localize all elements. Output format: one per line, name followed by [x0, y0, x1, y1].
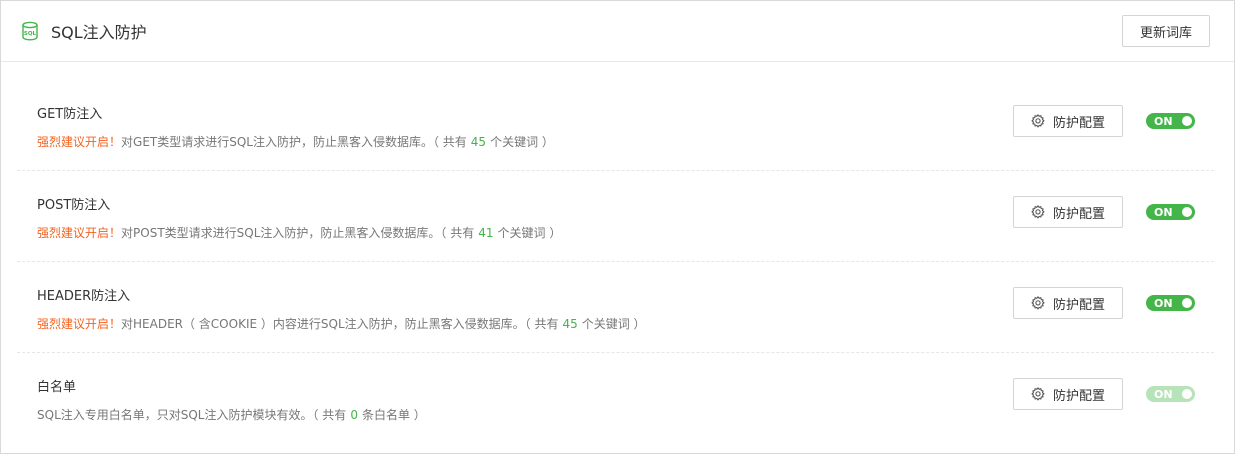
row-title: GET防注入 — [37, 107, 103, 122]
whitelist-count: 0 — [350, 408, 358, 422]
keyword-count: 45 — [562, 317, 578, 331]
protection-config-button[interactable]: 防护配置 — [1013, 287, 1123, 319]
keyword-count: 45 — [470, 135, 487, 149]
config-button-label: 防护配置 — [1052, 388, 1105, 404]
protection-config-button[interactable]: 防护配置 — [1013, 196, 1123, 228]
toggle-label: ON — [1154, 387, 1173, 401]
config-button-label: 防护配置 — [1052, 115, 1105, 131]
toggle-knob — [1182, 116, 1192, 126]
gear-icon — [1031, 296, 1045, 310]
description-suffix: 个关键词 ） — [490, 135, 554, 149]
gear-icon — [1031, 114, 1045, 128]
protection-config-button[interactable]: 防护配置 — [1013, 105, 1123, 137]
row-description: SQL注入专用白名单，只对SQL注入防护模块有效。（ 共有 0 条白名单 ） — [37, 406, 426, 423]
row-description: 强烈建议开启！对POST类型请求进行SQL注入防护，防止黑客入侵数据库。（ 共有… — [37, 224, 561, 241]
toggle-knob — [1182, 298, 1192, 308]
toggle-label: ON — [1154, 114, 1173, 128]
enable-toggle[interactable]: ON — [1146, 204, 1195, 220]
gear-icon — [1031, 387, 1045, 401]
list-item-header: HEADER防注入 强烈建议开启！对HEADER（ 含COOKIE ）内容进行S… — [17, 262, 1214, 353]
database-sql-icon: SQL — [21, 21, 41, 41]
toggle-label: ON — [1154, 205, 1173, 219]
row-description: 强烈建议开启！对GET类型请求进行SQL注入防护，防止黑客入侵数据库。（ 共有 4… — [37, 133, 554, 150]
svg-text:SQL: SQL — [24, 31, 37, 37]
protection-config-button[interactable]: 防护配置 — [1013, 378, 1123, 410]
row-title: 白名单 — [37, 380, 77, 395]
config-button-label: 防护配置 — [1052, 297, 1105, 313]
row-title: POST防注入 — [37, 198, 111, 213]
description-suffix: 条白名单 ） — [361, 408, 426, 422]
warning-text: 强烈建议开启！ — [37, 226, 122, 240]
description-suffix: 个关键词 ） — [581, 317, 646, 331]
description-text: 对HEADER（ 含COOKIE ）内容进行SQL注入防护，防止黑客入侵数据库。… — [121, 317, 559, 331]
description-text: SQL注入专用白名单，只对SQL注入防护模块有效。（ 共有 — [37, 408, 347, 422]
description-suffix: 个关键词 ） — [497, 226, 562, 240]
row-description: 强烈建议开启！对HEADER（ 含COOKIE ）内容进行SQL注入防护，防止黑… — [37, 315, 646, 332]
row-title: HEADER防注入 — [37, 289, 131, 304]
rules-list: GET防注入 强烈建议开启！对GET类型请求进行SQL注入防护，防止黑客入侵数据… — [1, 62, 1234, 444]
list-item-get: GET防注入 强烈建议开启！对GET类型请求进行SQL注入防护，防止黑客入侵数据… — [17, 80, 1214, 171]
toggle-label: ON — [1154, 296, 1173, 310]
warning-text: 强烈建议开启！ — [37, 135, 122, 149]
enable-toggle[interactable]: ON — [1146, 113, 1195, 129]
toggle-knob — [1182, 207, 1192, 217]
config-button-label: 防护配置 — [1052, 206, 1105, 222]
toggle-knob — [1182, 389, 1192, 399]
panel-header: SQL SQL注入防护 更新词库 — [1, 1, 1234, 62]
list-item-post: POST防注入 强烈建议开启！对POST类型请求进行SQL注入防护，防止黑客入侵… — [17, 171, 1214, 262]
sql-injection-panel: SQL SQL注入防护 更新词库 GET防注入 强烈建议开启！对GET类型请求进… — [0, 0, 1235, 454]
description-text: 对GET类型请求进行SQL注入防护，防止黑客入侵数据库。（ 共有 — [121, 135, 467, 149]
warning-text: 强烈建议开启！ — [37, 317, 122, 331]
enable-toggle[interactable]: ON — [1146, 386, 1195, 402]
list-item-whitelist: 白名单 SQL注入专用白名单，只对SQL注入防护模块有效。（ 共有 0 条白名单 ）… — [17, 353, 1214, 444]
keyword-count: 41 — [478, 226, 494, 240]
description-text: 对POST类型请求进行SQL注入防护，防止黑客入侵数据库。（ 共有 — [121, 226, 475, 240]
update-dictionary-button[interactable]: 更新词库 — [1122, 15, 1210, 47]
enable-toggle[interactable]: ON — [1146, 295, 1195, 311]
page-title: SQL注入防护 — [51, 23, 147, 42]
gear-icon — [1031, 205, 1045, 219]
